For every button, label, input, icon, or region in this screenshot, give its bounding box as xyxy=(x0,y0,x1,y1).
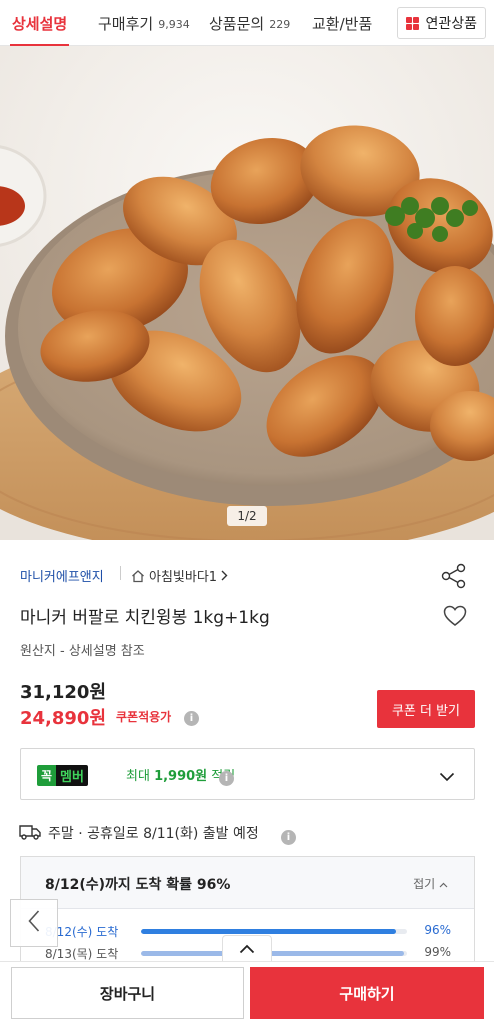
tab-detail-label: 상세설명 xyxy=(12,14,68,33)
shipping-schedule: 주말 · 공휴일로 8/11(화) 출발 예정 xyxy=(48,826,259,842)
info-icon[interactable]: i xyxy=(281,825,296,845)
product-title: 마니커 버팔로 치킨윙봉 1kg+1kg xyxy=(20,608,270,628)
origin-info: 원산지 - 상세설명 참조 xyxy=(20,644,145,659)
original-price: 31,120원 xyxy=(20,682,107,703)
related-products-button[interactable]: 연관상품 xyxy=(397,7,486,39)
store-name: 아침빛바다1 xyxy=(149,570,218,585)
tab-detail[interactable]: 상세설명 xyxy=(9,0,70,47)
membership-reward-box[interactable]: 꼭 멤버 최대 1,990원 적립 i xyxy=(20,748,475,800)
probability-value: 96% xyxy=(424,923,451,937)
get-more-coupons-button[interactable]: 쿠폰 더 받기 xyxy=(377,690,475,728)
expand-up-button[interactable] xyxy=(222,935,272,961)
member-badge-m: 멤버 xyxy=(56,764,88,786)
truck-icon xyxy=(19,824,41,844)
chicken-wings-photo xyxy=(0,46,494,540)
back-button[interactable] xyxy=(10,899,58,947)
probability-bar xyxy=(141,951,407,956)
buy-now-button[interactable]: 구매하기 xyxy=(250,967,484,1019)
coupon-price-label: 쿠폰적용가 xyxy=(116,710,172,724)
tab-inquiries[interactable]: 상품문의 229 xyxy=(209,0,290,46)
chevron-down-icon[interactable] xyxy=(439,767,455,786)
share-icon[interactable] xyxy=(441,563,467,593)
home-icon xyxy=(131,569,145,583)
probability-value: 99% xyxy=(424,945,451,959)
delivery-probability-title: 8/12(수)까지 도착 확률 96% xyxy=(45,877,231,893)
member-badge: 꼭 멤버 xyxy=(37,764,88,786)
tab-inquiries-count: 229 xyxy=(269,17,291,31)
seller-name-link[interactable]: 마니커에프앤지 xyxy=(20,566,104,585)
tab-reviews[interactable]: 구매후기 9,934 xyxy=(98,0,190,46)
probability-fill xyxy=(141,929,397,934)
member-reward-amount: 1,990원 xyxy=(154,769,208,784)
chevron-up-icon xyxy=(439,877,448,891)
bottom-action-bar: 장바구니 구매하기 xyxy=(0,961,494,1024)
heart-icon[interactable] xyxy=(443,605,467,631)
chevron-left-icon xyxy=(28,910,40,936)
seller-divider xyxy=(120,566,121,580)
product-image[interactable] xyxy=(0,46,494,540)
tab-reviews-count: 9,934 xyxy=(158,17,190,31)
collapse-label: 접기 xyxy=(413,877,436,891)
image-counter: 1/2 xyxy=(227,506,267,526)
grid-icon xyxy=(406,16,420,30)
member-badge-k: 꼭 xyxy=(37,764,57,786)
add-to-cart-button[interactable]: 장바구니 xyxy=(11,967,244,1019)
probability-fill xyxy=(141,951,405,956)
detail-tab-bar: 상세설명 구매후기 9,934 상품문의 229 교환/반품 연관상품 xyxy=(0,0,494,47)
probability-date: 8/13(목) 도착 xyxy=(45,947,119,961)
info-icon[interactable]: i xyxy=(184,706,199,726)
tab-inquiries-label: 상품문의 xyxy=(209,14,265,33)
collapse-button[interactable]: 접기 xyxy=(413,875,448,892)
sale-price: 24,890원 xyxy=(20,708,107,729)
related-products-label: 연관상품 xyxy=(425,16,477,32)
tab-exchange-return-label: 교환/반품 xyxy=(312,14,373,33)
tab-reviews-label: 구매후기 xyxy=(98,14,154,33)
info-icon[interactable]: i xyxy=(219,766,234,786)
chevron-right-icon xyxy=(221,570,228,581)
tab-exchange-return[interactable]: 교환/반품 xyxy=(312,0,372,46)
chevron-up-icon xyxy=(239,939,255,958)
probability-bar xyxy=(141,929,407,934)
delivery-probability-header: 8/12(수)까지 도착 확률 96% 접기 xyxy=(21,857,474,909)
store-link[interactable]: 아침빛바다1 xyxy=(131,566,228,585)
